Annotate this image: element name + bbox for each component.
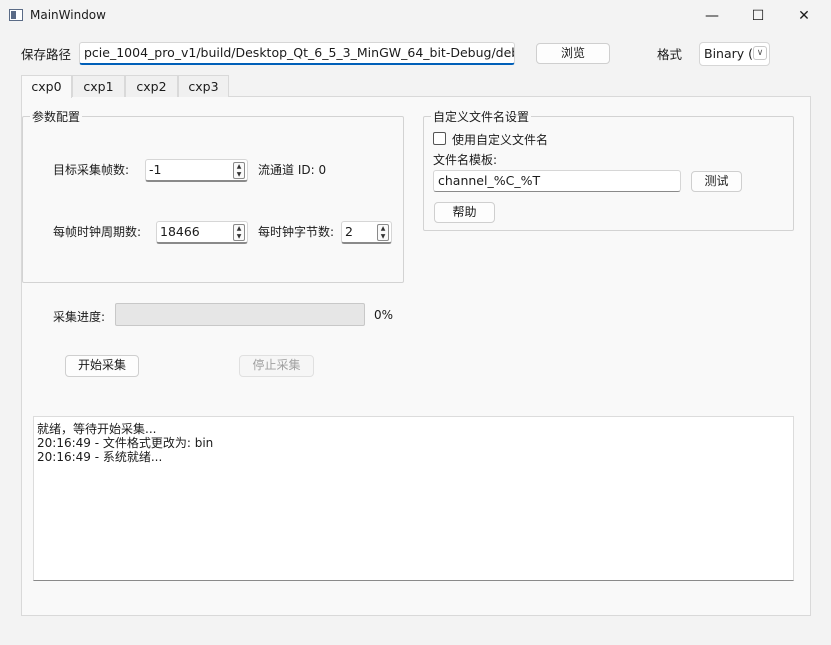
start-capture-button[interactable]: 开始采集 bbox=[65, 355, 139, 377]
maximize-button[interactable]: ☐ bbox=[735, 0, 781, 32]
log-output[interactable]: 就绪，等待开始采集... 20:16:49 - 文件格式更改为: bin 20:… bbox=[33, 416, 794, 581]
spin-down-icon[interactable]: ▼ bbox=[234, 233, 244, 241]
target-frames-label: 目标采集帧数: bbox=[53, 163, 130, 177]
save-path-input[interactable]: pcie_1004_pro_v1/build/Desktop_Qt_6_5_3_… bbox=[79, 42, 515, 65]
spin-up-icon[interactable]: ▲ bbox=[378, 225, 388, 233]
params-group-title: 参数配置 bbox=[30, 108, 83, 125]
tab-cxp1[interactable]: cxp1 bbox=[72, 75, 125, 97]
browse-button[interactable]: 浏览 bbox=[536, 43, 610, 64]
bytes-per-clock-stepper[interactable]: ▲ ▼ bbox=[377, 224, 389, 241]
progress-label: 采集进度: bbox=[53, 310, 106, 324]
minimize-button[interactable]: — bbox=[689, 0, 735, 32]
window-title: MainWindow bbox=[30, 8, 106, 22]
progress-percent: 0% bbox=[374, 308, 394, 322]
app-icon bbox=[9, 9, 23, 21]
clock-cycles-value: 18466 bbox=[160, 224, 200, 239]
spin-down-icon[interactable]: ▼ bbox=[378, 233, 388, 241]
format-select[interactable]: Binary ( ∨ bbox=[699, 42, 770, 66]
log-line: 20:16:49 - 文件格式更改为: bin bbox=[37, 436, 214, 450]
custom-filename-checkbox-label[interactable]: 使用自定义文件名 bbox=[452, 131, 548, 148]
log-line: 就绪，等待开始采集... bbox=[37, 422, 157, 436]
chevron-down-icon: ∨ bbox=[753, 46, 767, 60]
template-label: 文件名模板: bbox=[433, 153, 498, 167]
close-button[interactable]: ✕ bbox=[781, 0, 827, 32]
target-frames-spinbox[interactable]: -1 ▲ ▼ bbox=[145, 159, 248, 182]
clock-cycles-stepper[interactable]: ▲ ▼ bbox=[233, 224, 245, 241]
log-line: 20:16:49 - 系统就绪... bbox=[37, 450, 163, 464]
bytes-per-clock-spinbox[interactable]: 2 ▲ ▼ bbox=[341, 221, 392, 244]
spin-up-icon[interactable]: ▲ bbox=[234, 163, 244, 171]
clock-cycles-spinbox[interactable]: 18466 ▲ ▼ bbox=[156, 221, 248, 244]
tab-cxp3[interactable]: cxp3 bbox=[178, 75, 229, 97]
tab-cxp2[interactable]: cxp2 bbox=[125, 75, 178, 97]
stop-capture-button[interactable]: 停止采集 bbox=[239, 355, 314, 377]
spin-up-icon[interactable]: ▲ bbox=[234, 225, 244, 233]
format-select-value: Binary ( bbox=[704, 46, 754, 61]
bytes-per-clock-label: 每时钟字节数: bbox=[258, 225, 335, 239]
progress-bar bbox=[115, 303, 365, 326]
template-input[interactable]: channel_%C_%T bbox=[433, 170, 681, 192]
help-button[interactable]: 帮助 bbox=[434, 202, 495, 223]
clock-cycles-label: 每帧时钟周期数: bbox=[53, 225, 142, 239]
custom-filename-checkbox[interactable] bbox=[433, 132, 446, 145]
target-frames-stepper[interactable]: ▲ ▼ bbox=[233, 162, 245, 179]
test-button[interactable]: 测试 bbox=[691, 171, 742, 192]
save-path-label: 保存路径 bbox=[21, 47, 72, 62]
stream-id-text: 流通道 ID: 0 bbox=[258, 163, 327, 177]
spin-down-icon[interactable]: ▼ bbox=[234, 171, 244, 179]
target-frames-value: -1 bbox=[149, 162, 162, 177]
filename-group-title: 自定义文件名设置 bbox=[431, 108, 532, 125]
format-label: 格式 bbox=[657, 47, 683, 62]
tab-cxp0[interactable]: cxp0 bbox=[21, 75, 72, 98]
bytes-per-clock-value: 2 bbox=[345, 224, 353, 239]
params-groupbox bbox=[22, 116, 404, 283]
